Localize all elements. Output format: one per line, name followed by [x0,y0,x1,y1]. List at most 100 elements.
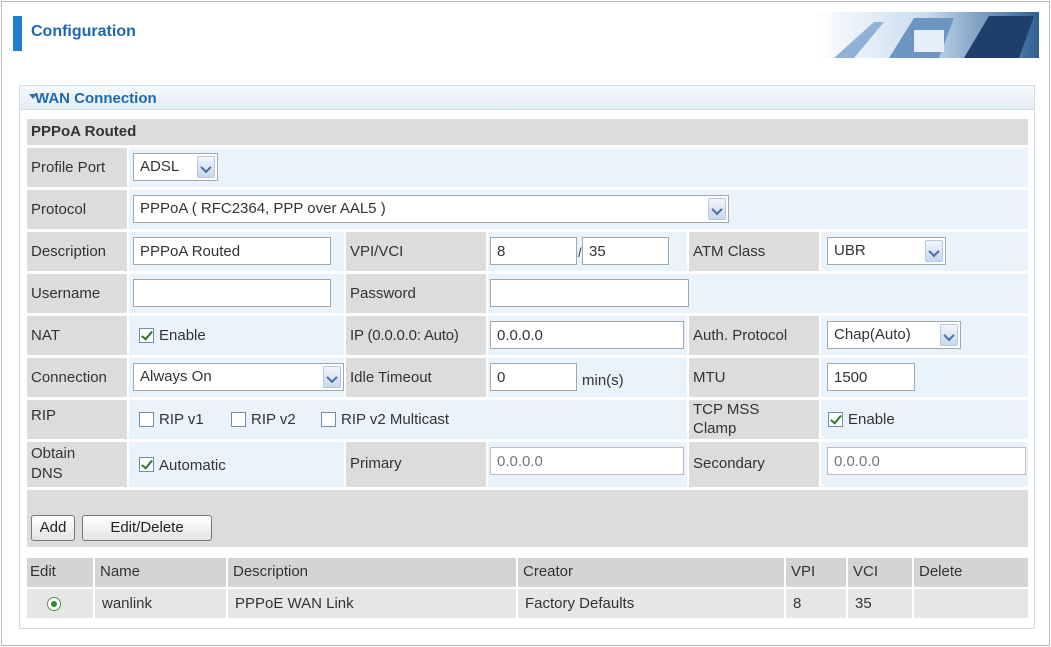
idle-timeout-label: Idle Timeout [350,369,432,386]
nat-value-cell: Enable [129,316,344,355]
protocol-select[interactable]: PPPoA ( RFC2364, PPP over AAL5 ) [133,195,729,223]
col-divider [784,589,786,618]
rip-v2-checkbox[interactable] [231,412,246,427]
description-label: Description [31,243,107,260]
mtu-input[interactable] [827,363,915,391]
ip-label-cell: IP (0.0.0.0: Auto) [346,316,486,355]
nat-enable-checkbox[interactable] [139,328,154,343]
obtain-dns-label-line1: Obtain [31,445,76,462]
section-title: PPPoA Routed [31,123,137,140]
connection-select[interactable]: Always On [133,363,344,391]
col-edit: Edit [30,563,56,580]
primary-label-cell: Primary [346,442,486,487]
chevron-down-icon[interactable] [197,156,215,178]
col-divider [226,589,228,618]
tcp-mss-label-cell: TCP MSS Clamp [689,400,819,439]
auth-protocol-select[interactable]: Chap(Auto) [827,321,961,349]
idle-timeout-label-cell: Idle Timeout [346,358,486,397]
protocol-value-cell: PPPoA ( RFC2364, PPP over AAL5 ) [129,190,1028,229]
primary-value-cell [488,442,687,487]
ip-input[interactable] [490,321,684,349]
col-vpi: VPI [791,563,816,580]
description-value-cell [129,232,344,271]
username-input[interactable] [133,279,331,307]
connection-value-cell: Always On [129,358,344,397]
idle-timeout-unit: min(s) [582,372,624,389]
obtain-dns-automatic-checkbox[interactable] [139,457,154,472]
tcp-mss-value-cell: Enable [821,400,1028,439]
description-input[interactable] [133,237,331,265]
nat-label-cell: NAT [27,316,127,355]
ip-label: IP (0.0.0.0: Auto) [350,327,459,344]
edit-delete-button[interactable]: Edit/Delete [82,515,212,541]
col-creator: Creator [523,563,574,580]
page-header: Configuration [2,2,1049,64]
obtain-dns-value-cell: Automatic [129,442,344,487]
profile-port-label: Profile Port [31,159,106,176]
vpivci-label: VPI/VCI [350,243,404,260]
username-value-cell [129,274,344,313]
col-description: Description [233,563,309,580]
panel-header[interactable]: WAN Connection [20,86,1034,110]
description-label-cell: Description [27,232,127,271]
mtu-label: MTU [693,369,726,386]
row-vpi: 8 [793,595,802,612]
section-title-row: PPPoA Routed [27,119,1028,145]
vci-input[interactable] [582,237,669,265]
atm-class-label: ATM Class [693,243,766,260]
vpi-input[interactable] [490,237,577,265]
connection-label-cell: Connection [27,358,127,397]
vpivci-value-cell: / [488,232,687,271]
rip-label-cell: RIP [27,400,127,439]
auth-protocol-value-cell: Chap(Auto) [821,316,1028,355]
header-banner-image [814,12,1039,58]
secondary-dns-input[interactable] [827,447,1026,475]
connection-label: Connection [31,369,107,386]
obtain-dns-automatic-label: Automatic [159,457,226,474]
atm-class-selected: UBR [834,242,866,259]
idle-timeout-value-cell: min(s) [488,358,687,397]
wan-connection-panel: WAN Connection PPPoA Routed Profile Port… [19,85,1035,629]
profile-port-label-cell: Profile Port [27,148,127,187]
protocol-selected: PPPoA ( RFC2364, PPP over AAL5 ) [140,200,386,217]
row-vci: 35 [855,595,872,612]
primary-dns-input[interactable] [490,447,684,475]
auth-protocol-label: Auth. Protocol [693,327,788,344]
rip-v1-checkbox[interactable] [139,412,154,427]
atm-class-value-cell: UBR [821,232,1028,271]
rip-v2-multicast-label: RIP v2 Multicast [341,411,450,428]
password-input[interactable] [490,279,689,307]
protocol-label-cell: Protocol [27,190,127,229]
profile-port-select[interactable]: ADSL [133,153,218,181]
rip-v1-label: RIP v1 [159,411,204,428]
secondary-value-cell [821,442,1028,487]
col-vci: VCI [853,563,879,580]
chevron-down-icon[interactable] [708,198,726,220]
tcp-mss-enable-checkbox[interactable] [828,412,843,427]
atm-class-select[interactable]: UBR [827,237,946,265]
rip-value-cell: RIP v1 RIP v2 RIP v2 Multicast [129,400,687,439]
chevron-down-icon[interactable] [323,366,341,388]
col-delete: Delete [919,563,963,580]
chevron-down-icon[interactable] [925,240,943,262]
chevron-down-icon[interactable] [940,324,958,346]
col-name: Name [100,563,141,580]
rip-label: RIP [31,407,57,424]
header-accent-bar [13,16,22,51]
nat-enable-label: Enable [159,327,206,344]
row-select-radio[interactable] [47,597,61,611]
username-label-cell: Username [27,274,127,313]
rip-v2-multicast-checkbox[interactable] [321,412,336,427]
protocol-label: Protocol [31,201,87,218]
obtain-dns-label-cell: Obtain DNS [27,442,127,487]
atm-class-label-cell: ATM Class [689,232,819,271]
obtain-dns-label-line2: DNS [31,465,63,482]
table-header-row: Edit Name Description Creator VPI VCI De… [27,558,1028,587]
password-label-cell: Password [346,274,486,313]
button-bar: Add Edit/Delete [27,490,1028,547]
add-button[interactable]: Add [31,515,75,541]
profile-port-selected: ADSL [140,158,180,175]
password-value-cell [488,274,1028,313]
idle-timeout-input[interactable] [490,363,577,391]
col-divider [846,589,848,618]
